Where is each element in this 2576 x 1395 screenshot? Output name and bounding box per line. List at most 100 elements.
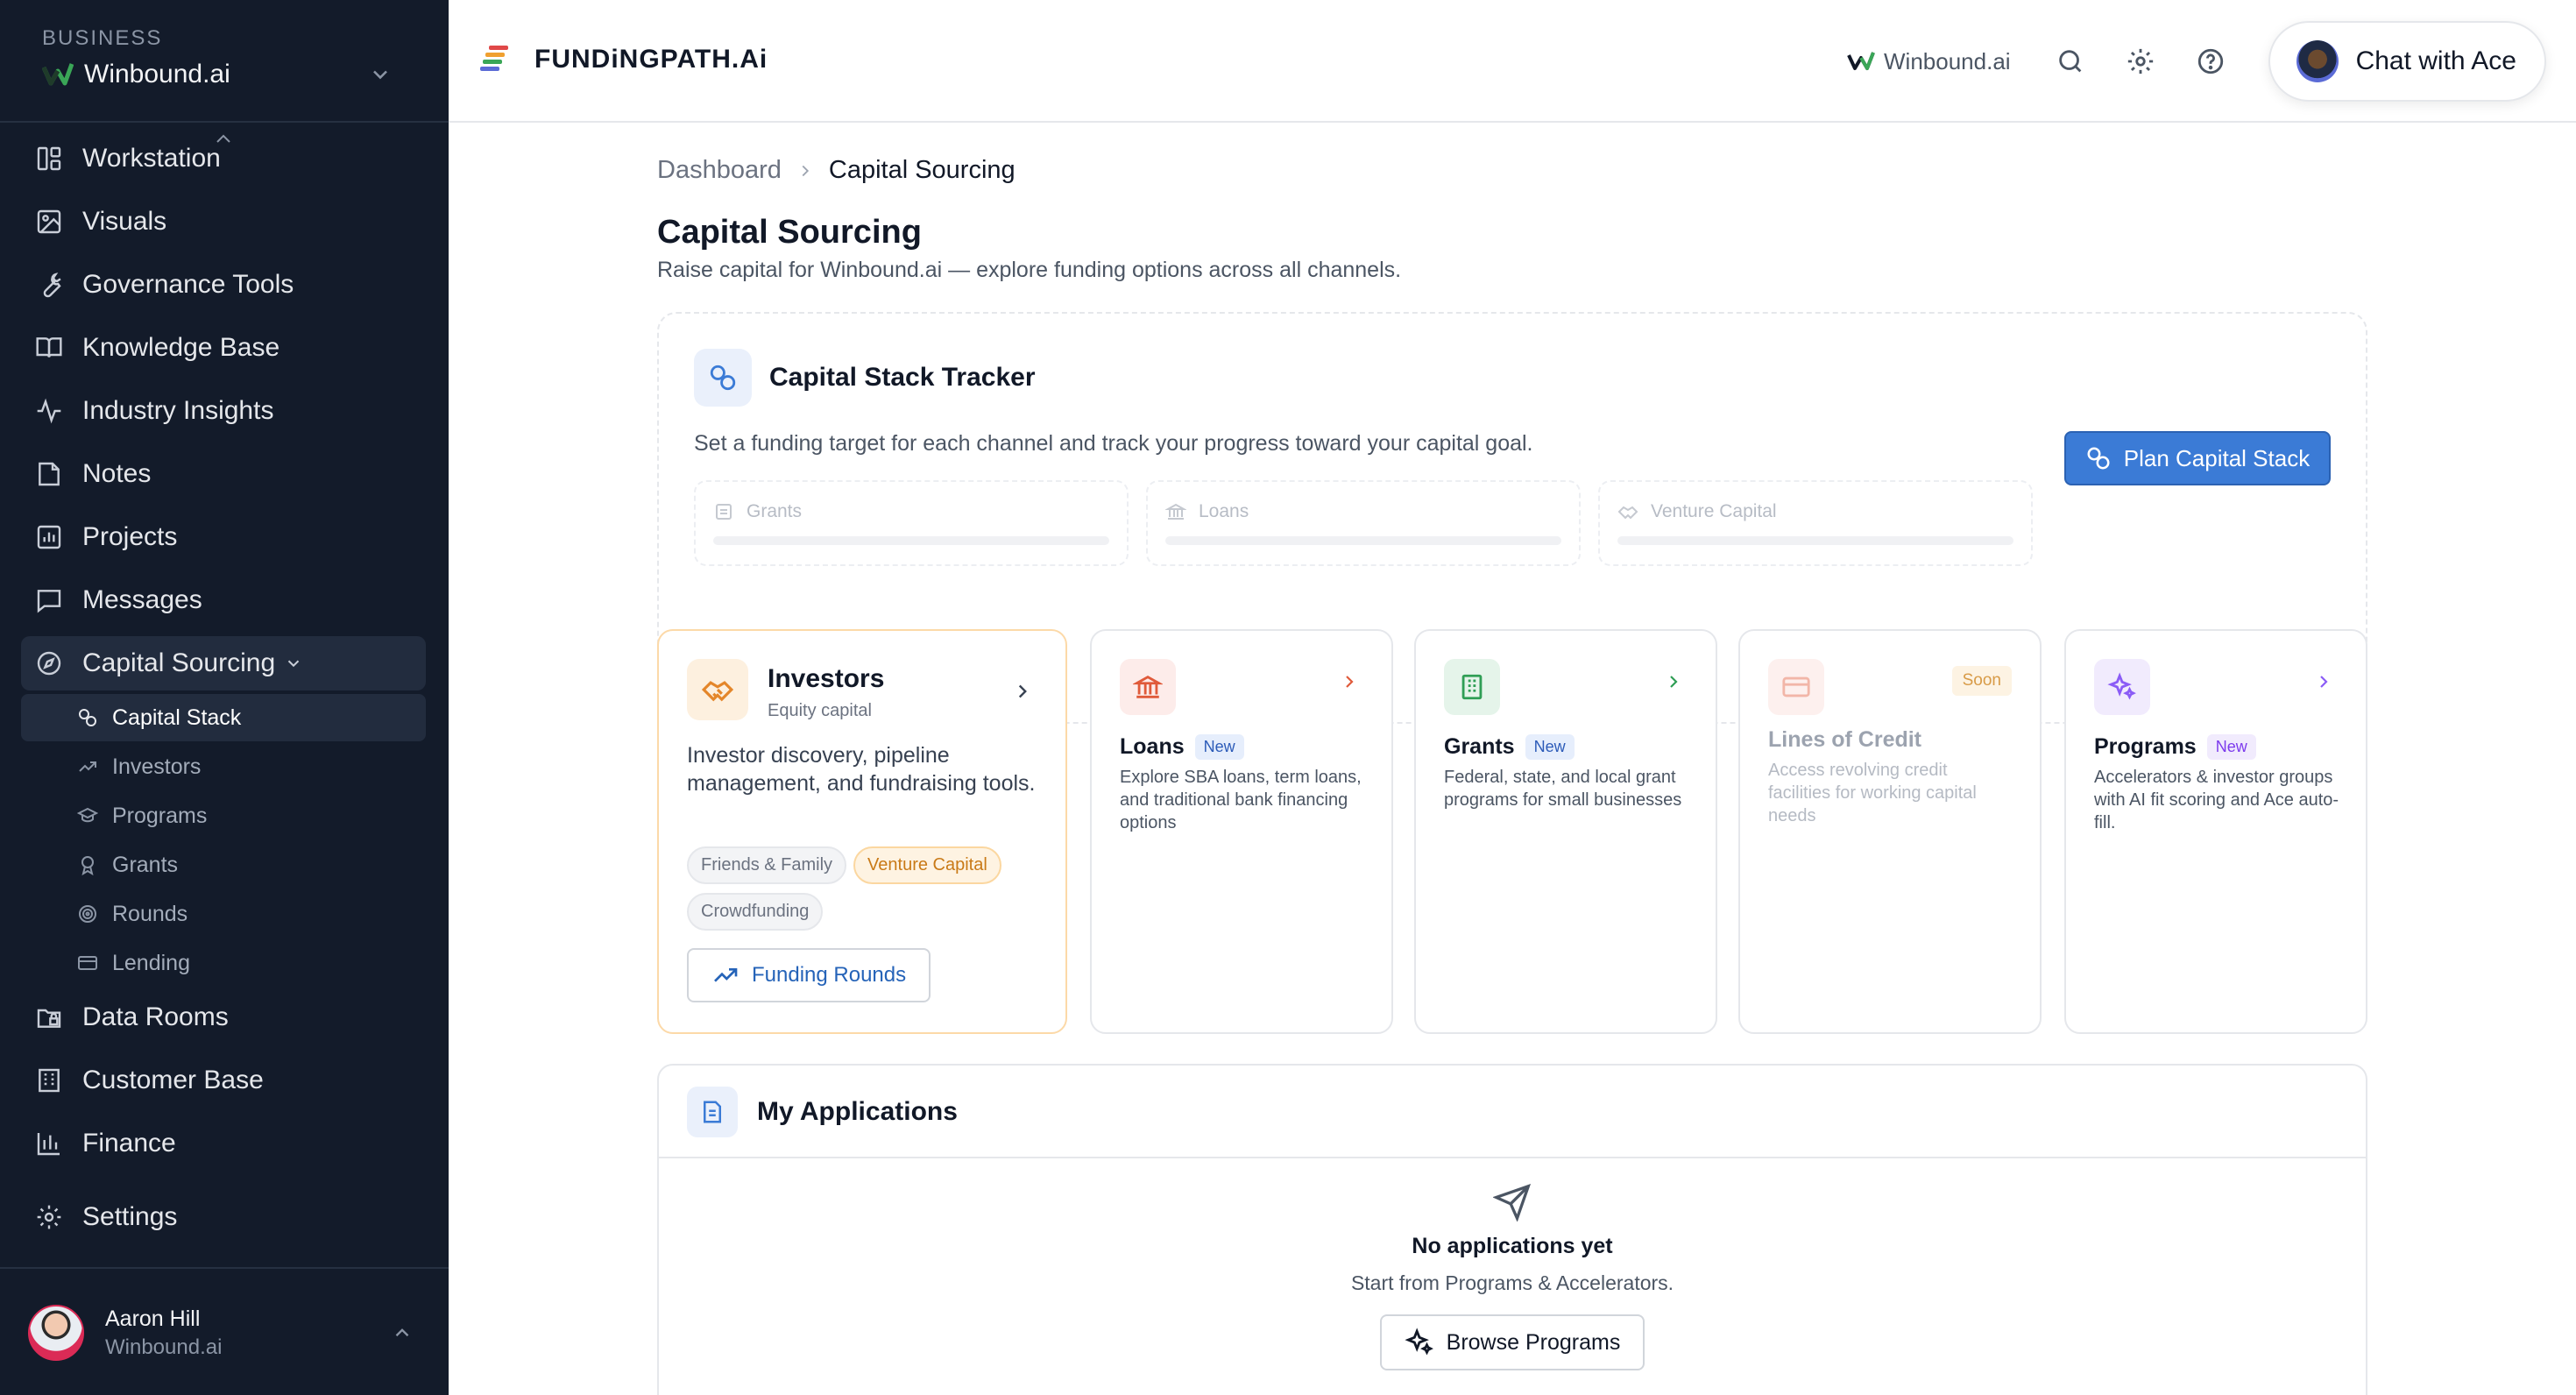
- sidebar-item-messages[interactable]: Messages: [21, 573, 426, 627]
- sidebar-item-governance-tools[interactable]: Governance Tools: [21, 258, 426, 312]
- target-icon: [79, 905, 96, 923]
- chevron-right-icon[interactable]: [2313, 671, 2334, 692]
- user-menu[interactable]: Aaron Hill Winbound.ai: [28, 1300, 414, 1365]
- chevron-right-icon[interactable]: [1011, 680, 1034, 703]
- sidebar: Business Winbound.ai Workstation Visuals…: [0, 0, 449, 1395]
- sidebar-subitem-label: Investors: [112, 754, 202, 779]
- lines-of-credit-card: Soon Lines of Credit Access revolving cr…: [1738, 629, 2042, 1034]
- trend-up-icon: [714, 968, 738, 982]
- sidebar-item-data-rooms[interactable]: Data Rooms: [21, 990, 426, 1044]
- brand[interactable]: FUNDiNGPATH.Ai: [480, 44, 768, 75]
- my-applications: My Applications No applications yet Star…: [657, 1064, 2367, 1395]
- chevron-right-icon[interactable]: [1339, 671, 1360, 692]
- channel-grants[interactable]: Grants: [694, 480, 1129, 566]
- grants-title: Grants: [1444, 734, 1515, 759]
- coins-icon: [2087, 447, 2110, 470]
- document-icon: [687, 1087, 738, 1137]
- tag-crowdfunding[interactable]: Crowdfunding: [687, 893, 824, 931]
- sidebar-item-capital-sourcing[interactable]: Capital Sourcing: [21, 636, 426, 690]
- funding-rounds-button[interactable]: Funding Rounds: [687, 948, 931, 1002]
- plan-capital-stack-button[interactable]: Plan Capital Stack: [2064, 431, 2331, 485]
- sidebar-item-customer-base[interactable]: Customer Base: [21, 1053, 426, 1108]
- chat-button-label: Chat with Ace: [2355, 46, 2516, 75]
- sparkles-icon: [2094, 659, 2150, 715]
- breadcrumb-dashboard[interactable]: Dashboard: [657, 156, 782, 185]
- loans-card[interactable]: Loans New Explore SBA loans, term loans,…: [1090, 629, 1393, 1034]
- breadcrumb-current: Capital Sourcing: [828, 156, 1016, 184]
- sidebar-subitem-label: Programs: [112, 803, 208, 828]
- sidebar-subitem-rounds[interactable]: Rounds: [21, 890, 426, 938]
- sidebar-item-settings[interactable]: Settings: [21, 1190, 426, 1244]
- bank-icon: [716, 504, 732, 520]
- gear-icon[interactable]: [2126, 46, 2155, 76]
- sidebar-subitem-capital-stack[interactable]: Capital Stack: [21, 694, 426, 741]
- sparkles-icon: [1405, 1328, 1433, 1356]
- grants-card[interactable]: Grants New Federal, state, and local gra…: [1414, 629, 1717, 1034]
- sidebar-item-industry-insights[interactable]: Industry Insights: [21, 384, 426, 438]
- browse-programs-button[interactable]: Browse Programs: [1379, 1314, 1645, 1370]
- sidebar-item-knowledge-base[interactable]: Knowledge Base: [21, 321, 426, 375]
- channel-label: Loans: [1199, 501, 1249, 521]
- sidebar-item-label: Knowledge Base: [82, 333, 280, 362]
- sidebar-item-finance[interactable]: Finance: [21, 1116, 426, 1171]
- winbound-logo-icon: [1847, 52, 1875, 70]
- sidebar-subitem-lending[interactable]: Lending: [21, 939, 426, 987]
- chevron-right-icon[interactable]: [1663, 671, 1684, 692]
- sidebar-subitem-grants[interactable]: Grants: [21, 841, 426, 889]
- sidebar-nav: Workstation Visuals Governance Tools Kno…: [21, 131, 426, 1253]
- help-icon[interactable]: [2196, 46, 2226, 76]
- investors-title: Investors: [768, 664, 885, 693]
- image-icon: [37, 209, 61, 234]
- sidebar-item-label: Industry Insights: [82, 396, 274, 425]
- investor-tags: Friends & Family Venture Capital Crowdfu…: [687, 846, 1046, 931]
- sidebar-subitem-investors[interactable]: Investors: [21, 743, 426, 790]
- new-badge: New: [1194, 734, 1244, 760]
- page-title: Capital Sourcing: [657, 214, 922, 251]
- channel-progress-bar: [1165, 536, 1561, 545]
- channel-label: Venture Capital: [1651, 501, 1777, 521]
- gear-icon: [37, 1205, 61, 1229]
- tag-friends-family[interactable]: Friends & Family: [687, 846, 847, 884]
- grants-description: Federal, state, and local grant programs…: [1444, 768, 1682, 810]
- lines-of-credit-title: Lines of Credit: [1768, 727, 1922, 752]
- book-icon: [36, 337, 62, 358]
- sidebar-subitem-label: Capital Stack: [112, 705, 242, 730]
- sidebar-item-label: Customer Base: [82, 1066, 264, 1094]
- new-badge: New: [1525, 734, 1575, 760]
- business-switcher[interactable]: Business Winbound.ai: [42, 26, 414, 96]
- chart-icon: [37, 525, 61, 549]
- sidebar-subitem-label: Grants: [112, 852, 179, 877]
- chevron-down-icon[interactable]: [284, 654, 303, 673]
- investors-card[interactable]: Investors Equity capital Investor discov…: [657, 629, 1067, 1034]
- sidebar-item-notes[interactable]: Notes: [21, 447, 426, 501]
- search-icon[interactable]: [2056, 46, 2085, 76]
- new-badge: New: [2206, 734, 2256, 760]
- sidebar-item-workstation[interactable]: Workstation: [21, 131, 426, 186]
- browse-programs-label: Browse Programs: [1446, 1329, 1621, 1355]
- chevron-up-icon[interactable]: [391, 1321, 414, 1344]
- channel-progress-bar: [713, 536, 1109, 545]
- wrench-icon: [43, 273, 61, 298]
- user-name: Aaron Hill: [105, 1306, 201, 1331]
- funding-rounds-label: Funding Rounds: [752, 963, 907, 987]
- header-business[interactable]: Winbound.ai: [1847, 48, 2011, 75]
- empty-title: No applications yet: [1412, 1234, 1613, 1258]
- chevron-down-icon[interactable]: [368, 62, 393, 87]
- lines-of-credit-description: Access revolving credit facilities for w…: [1768, 761, 1977, 825]
- sidebar-subitem-programs[interactable]: Programs: [21, 792, 426, 839]
- channel-progress-bar: [1617, 536, 2013, 545]
- soon-badge: Soon: [1951, 666, 2012, 696]
- sidebar-item-projects[interactable]: Projects: [21, 510, 426, 564]
- business-label: Business: [42, 26, 163, 50]
- tag-venture-capital[interactable]: Venture Capital: [853, 846, 1001, 884]
- sidebar-item-label: Messages: [82, 585, 202, 614]
- channel-label: Grants: [747, 501, 803, 521]
- channel-venture-capital[interactable]: Venture Capital: [1598, 480, 2033, 566]
- sidebar-item-visuals[interactable]: Visuals: [21, 195, 426, 249]
- handshake-icon: [687, 659, 748, 720]
- channel-loans[interactable]: Loans: [1146, 480, 1581, 566]
- programs-card[interactable]: Programs New Accelerators & investor gro…: [2064, 629, 2367, 1034]
- chat-with-ace-button[interactable]: Chat with Ace: [2268, 21, 2546, 102]
- funding-options: Investors Equity capital Investor discov…: [657, 629, 2367, 1034]
- programs-title: Programs: [2094, 734, 2197, 759]
